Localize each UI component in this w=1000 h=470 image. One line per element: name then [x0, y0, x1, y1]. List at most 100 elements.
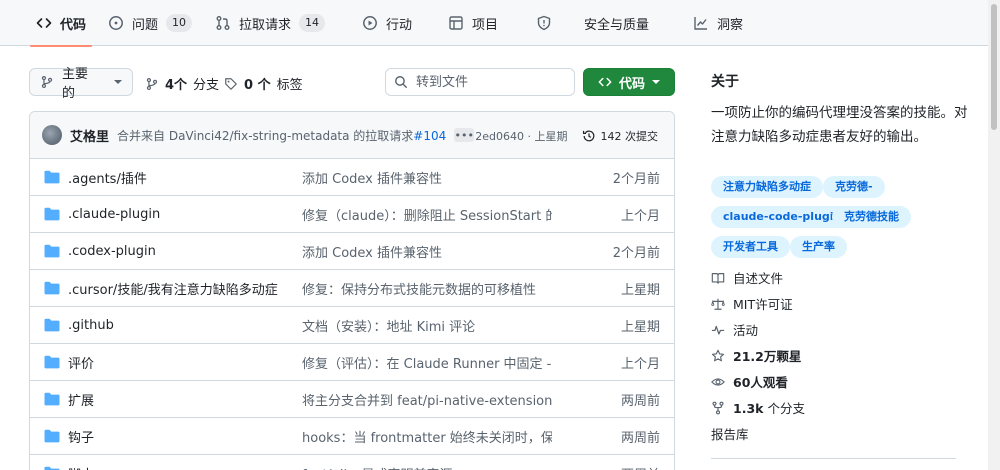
commit-hash-time[interactable]: 2ed0640 · 上星期: [475, 128, 567, 144]
tab-label: 洞察: [717, 17, 744, 33]
go-to-file-search[interactable]: [385, 68, 575, 96]
tab-insights[interactable]: 洞察: [693, 0, 743, 46]
commit-history-link[interactable]: 142 次提交: [582, 128, 659, 144]
branches-count: 4个: [165, 78, 188, 93]
star-icon: [711, 349, 725, 363]
license-link[interactable]: MIT许可证: [711, 294, 793, 313]
file-commit-message-link[interactable]: 文档（安装）：地址 Kimi 评论: [302, 316, 552, 335]
commit-message[interactable]: 合并来自 DaVinci42/fix-string-metadata 的拉取请求…: [117, 127, 446, 144]
issues-counter: 10: [166, 14, 193, 32]
watchers-count: 60人观看: [733, 375, 788, 390]
file-browser: 艾格里 合并来自 DaVinci42/fix-string-metadata 的…: [29, 111, 675, 470]
commit-hash[interactable]: 2ed0640: [475, 130, 524, 143]
play-icon: [362, 15, 378, 31]
file-commit-message-link[interactable]: 修复：保持分布式技能元数据的可移植性: [302, 279, 552, 298]
stars-link[interactable]: 21.2万颗星: [711, 346, 801, 365]
file-name-link[interactable]: 钩子: [68, 427, 94, 446]
file-row[interactable]: 钩子 hooks：当 frontmatter 始终未关闭时，保... 两周前: [30, 418, 674, 455]
tab-code[interactable]: 代码: [29, 0, 93, 47]
sidebar-divider: [711, 458, 956, 459]
latest-commit-bar: 艾格里 合并来自 DaVinci42/fix-string-metadata 的…: [30, 112, 674, 159]
forks-link[interactable]: 1.3k 个分支: [711, 398, 805, 417]
commit-count: 142 次提交: [600, 129, 659, 143]
file-commit-message-link[interactable]: 将主分支合并到 feat/pi-native-extension 中: [302, 390, 552, 409]
file-commit-message-link[interactable]: 修复（claude）：删除阻止 SessionStart 的...: [302, 205, 552, 224]
page-scrollbar[interactable]: [988, 0, 1000, 470]
chevron-down-icon: [652, 80, 660, 84]
avatar[interactable]: [42, 125, 62, 145]
tab-actions[interactable]: 行动: [362, 0, 412, 46]
file-commit-message-link[interactable]: hooks：当 frontmatter 始终未关闭时，保...: [302, 427, 552, 446]
report-repository-link[interactable]: 报告库: [711, 424, 749, 443]
folder-icon: [44, 281, 60, 295]
code-dropdown-button[interactable]: 代码: [583, 68, 675, 96]
watchers-link[interactable]: 60人观看: [711, 372, 788, 391]
table-icon: [448, 15, 464, 31]
tab-pull-requests[interactable]: 拉取请求 14: [215, 0, 326, 46]
tags-label: 标签: [276, 78, 303, 93]
branch-name: 主要的: [62, 67, 89, 101]
branches-link[interactable]: 4个 分支: [145, 74, 219, 93]
eye-icon: [711, 375, 725, 389]
pull-request-icon: [215, 15, 231, 31]
commit-details-toggle[interactable]: •••: [454, 128, 475, 142]
file-name-link[interactable]: .github: [68, 318, 114, 333]
tags-link[interactable]: 0 个 标签: [224, 74, 303, 93]
file-row[interactable]: .agents/插件 添加 Codex 插件兼容性 2个月前: [30, 159, 674, 196]
branch-select-button[interactable]: 主要的: [29, 67, 133, 101]
go-to-file-input[interactable]: [416, 74, 566, 90]
file-row[interactable]: .github 文档（安装）：地址 Kimi 评论 上星期: [30, 307, 674, 344]
license-label: MIT许可证: [733, 297, 793, 312]
file-row[interactable]: 扩展 将主分支合并到 feat/pi-native-extension 中 两周前: [30, 381, 674, 418]
file-row[interactable]: 评价 修复（评估）：在 Claude Runner 中固定 -... 上个月: [30, 344, 674, 381]
file-row[interactable]: .cursor/技能/我有注意力缺陷多动症 修复：保持分布式技能元数据的可移植性 上…: [30, 270, 674, 307]
topic-tag[interactable]: 注意力缺陷多动症: [711, 176, 823, 198]
scrollbar-thumb[interactable]: [991, 4, 997, 130]
topic-tag[interactable]: 克劳德-: [823, 176, 885, 198]
topic-tag[interactable]: 克劳德技能: [832, 206, 911, 228]
file-commit-message-link[interactable]: 添加 Codex 插件兼容性: [302, 168, 552, 187]
tab-label: 问题: [132, 17, 159, 33]
file-name-link[interactable]: 脚本: [68, 464, 94, 470]
folder-icon: [44, 244, 60, 258]
tab-label: 项目: [472, 17, 499, 33]
forks-count: 1.3k: [733, 401, 764, 416]
book-icon: [711, 271, 725, 285]
tab-security[interactable]: 安全与质量: [536, 0, 649, 46]
search-icon: [394, 75, 408, 89]
readme-label: 自述文件: [733, 271, 784, 286]
file-commit-message-link[interactable]: 修复（评估）：在 Claude Runner 中固定 -...: [302, 353, 552, 372]
tags-count: 0 个: [244, 78, 271, 93]
file-name-link[interactable]: .claude-plugin: [68, 207, 160, 222]
repo-nav: 代码 问题 10 拉取请求 14 行动 项目 安全与质量 洞察: [0, 0, 988, 47]
file-name-link[interactable]: .codex-plugin: [68, 244, 156, 259]
pull-requests-counter: 14: [299, 14, 326, 32]
code-button-label: 代码: [618, 76, 645, 92]
file-name-link[interactable]: .agents/插件: [68, 168, 147, 187]
topic-tag[interactable]: 开发者工具: [711, 236, 790, 258]
readme-link[interactable]: 自述文件: [711, 268, 783, 287]
file-commit-date: 2个月前: [612, 171, 660, 187]
branches-label: 分支: [193, 78, 220, 93]
pull-request-link[interactable]: #104: [413, 129, 446, 143]
folder-icon: [44, 429, 60, 443]
file-commit-date: 上星期: [620, 319, 660, 335]
file-row[interactable]: .claude-plugin 修复（claude）：删除阻止 SessionSta…: [30, 196, 674, 233]
tab-issues[interactable]: 问题 10: [108, 0, 193, 46]
file-name-link[interactable]: 扩展: [68, 390, 94, 409]
file-commit-message-link[interactable]: feat(ci)：显式声明兼容源: [302, 464, 552, 470]
file-name-link[interactable]: 评价: [68, 353, 94, 372]
commit-message-text: 合并来自 DaVinci42/fix-string-metadata 的拉取请求: [117, 128, 414, 143]
folder-icon: [44, 355, 60, 369]
file-commit-message-link[interactable]: 添加 Codex 插件兼容性: [302, 242, 552, 261]
folder-icon: [44, 207, 60, 221]
file-row[interactable]: 脚本 feat(ci)：显式声明兼容源 两周前: [30, 455, 674, 470]
tag-icon: [224, 77, 238, 91]
topic-tag[interactable]: 生产率: [790, 236, 847, 258]
activity-link[interactable]: 活动: [711, 320, 758, 339]
file-list: .agents/插件 添加 Codex 插件兼容性 2个月前 .claude-plug…: [30, 159, 674, 470]
file-row[interactable]: .codex-plugin 添加 Codex 插件兼容性 2个月前: [30, 233, 674, 270]
tab-projects[interactable]: 项目: [448, 0, 498, 46]
file-name-link[interactable]: .cursor/技能/我有注意力缺陷多动症: [68, 279, 278, 298]
commit-author[interactable]: 艾格里: [70, 126, 109, 145]
